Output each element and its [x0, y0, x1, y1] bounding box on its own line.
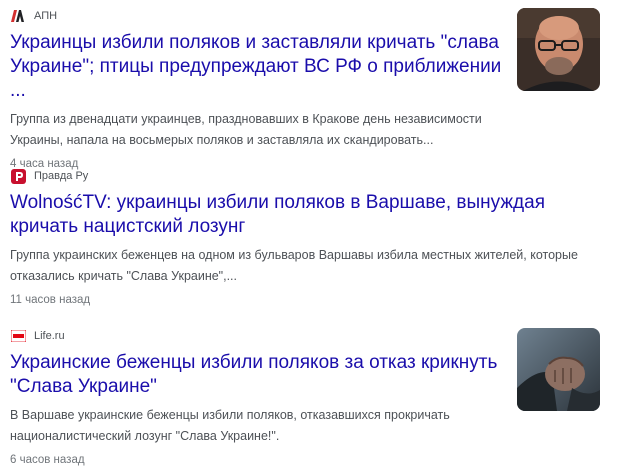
- source-name: АПН: [34, 10, 58, 22]
- bald-man-glasses-photo[interactable]: [517, 8, 600, 91]
- news-result: Life.ru Украинские беженцы избили поляко…: [10, 326, 610, 468]
- headline-link[interactable]: Украинцы избили поляков и заставляли кри…: [10, 31, 505, 103]
- news-result: Правда Ру WolnośćTV: украинцы избили пол…: [10, 166, 610, 308]
- apn-logo-icon: [10, 8, 26, 24]
- news-result: АПН Украинцы избили поляков и заставляли…: [10, 6, 610, 172]
- timestamp: 11 часов назад: [10, 294, 91, 306]
- news-source[interactable]: Правда Ру: [10, 166, 610, 186]
- snippet: Группа украинских беженцев на одном из б…: [10, 248, 578, 283]
- clenched-fist-photo[interactable]: [517, 328, 600, 411]
- snippet: Группа из двенадцати украинцев, празднов…: [10, 112, 482, 147]
- news-results-feed: АПН Украинцы избили поляков и заставляли…: [0, 0, 620, 473]
- headline-link[interactable]: WolnośćTV: украинцы избили поляков в Вар…: [10, 191, 610, 239]
- pravda-ru-logo-icon: [10, 168, 26, 184]
- source-name: Правда Ру: [34, 170, 89, 182]
- life-ru-logo-icon: [10, 328, 26, 344]
- headline-link[interactable]: Украинские беженцы избили поляков за отк…: [10, 351, 505, 399]
- source-name: Life.ru: [34, 330, 65, 342]
- snippet: В Варшаве украинские беженцы избили поля…: [10, 408, 450, 443]
- timestamp: 6 часов назад: [10, 454, 85, 466]
